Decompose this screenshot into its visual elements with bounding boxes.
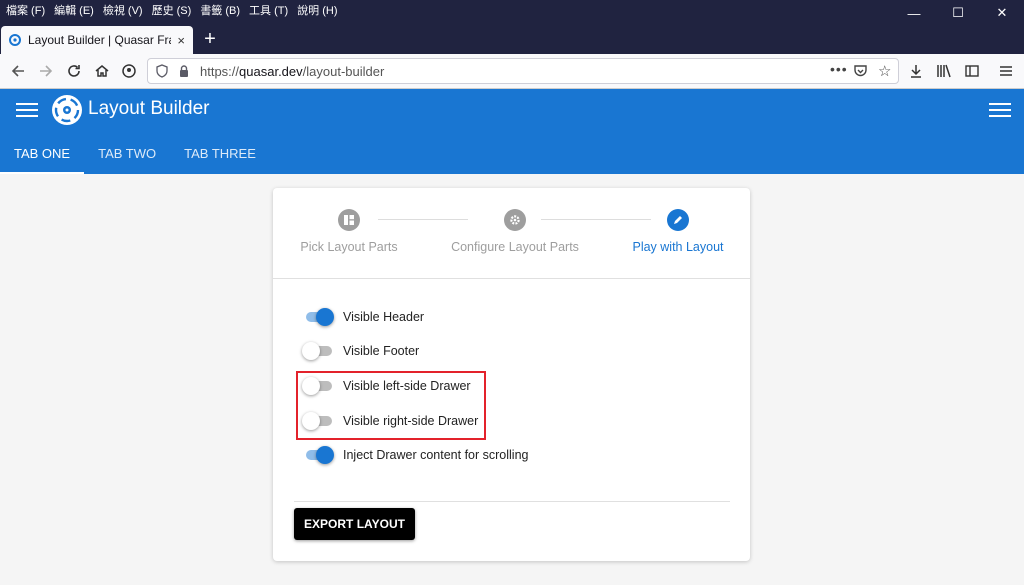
app-header: Layout Builder TAB ONE TAB TWO TAB THREE (0, 89, 1024, 174)
downloads-button[interactable] (906, 61, 926, 81)
toggle-switch[interactable] (302, 308, 334, 326)
menu-tools[interactable]: 工具 (T) (249, 2, 288, 18)
divider (273, 278, 750, 279)
menu-bar: 檔案 (F) 編輯 (E) 檢視 (V) 歷史 (S) 書籤 (B) 工具 (T… (6, 2, 337, 18)
menu-bookmarks[interactable]: 書籤 (B) (200, 2, 240, 18)
step-label: Pick Layout Parts (300, 240, 398, 254)
new-tab-button[interactable]: + (199, 28, 221, 50)
quasar-favicon-icon (9, 34, 21, 46)
arrow-right-icon (40, 65, 53, 77)
tracking-shield-icon[interactable] (155, 64, 169, 78)
menu-view[interactable]: 檢視 (V) (103, 2, 143, 18)
settings-icon (510, 215, 520, 225)
menu-history[interactable]: 歷史 (S) (152, 2, 192, 18)
close-tab-icon[interactable]: × (177, 33, 185, 48)
url-domain: quasar.dev (239, 64, 303, 79)
account-button[interactable] (119, 61, 139, 81)
step-dot (667, 209, 689, 231)
browser-tab-strip: Layout Builder | Quasar Framework × + (0, 26, 1024, 54)
hamburger-menu-icon (1000, 66, 1012, 76)
menu-file[interactable]: 檔案 (F) (6, 2, 45, 18)
back-button[interactable] (8, 61, 28, 81)
toggle-switch[interactable] (302, 446, 334, 464)
toggle-switch[interactable] (302, 342, 334, 360)
right-menu-icon[interactable] (989, 101, 1011, 119)
forward-button[interactable] (36, 61, 56, 81)
step-label: Configure Layout Parts (451, 240, 579, 254)
left-menu-icon[interactable] (16, 101, 38, 119)
sidebar-button[interactable] (962, 61, 982, 81)
pocket-icon[interactable] (853, 64, 868, 78)
library-button[interactable] (934, 61, 954, 81)
maximize-button[interactable]: ☐ (936, 0, 980, 26)
app-title: Layout Builder (88, 98, 210, 119)
window-titlebar: 檔案 (F) 編輯 (E) 檢視 (V) 歷史 (S) 書籤 (B) 工具 (T… (0, 0, 1024, 26)
step-pick-layout-parts[interactable]: Pick Layout Parts (269, 209, 429, 254)
reload-icon (68, 65, 80, 77)
step-dot (338, 209, 360, 231)
quasar-logo-icon (52, 95, 82, 125)
toggle-label: Visible Footer (343, 344, 420, 358)
toggle-label: Inject Drawer content for scrolling (343, 448, 529, 462)
app-tabs: TAB ONE TAB TWO TAB THREE (0, 133, 270, 174)
url-path: /layout-builder (302, 64, 385, 79)
bookmark-star-icon[interactable]: ☆ (878, 62, 891, 80)
lock-icon[interactable] (177, 64, 191, 78)
menu-help[interactable]: 說明 (H) (297, 2, 337, 18)
toggle-visible-footer[interactable]: Visible Footer (302, 340, 419, 362)
browser-tab-title: Layout Builder | Quasar Framework (28, 33, 171, 47)
home-icon (95, 65, 109, 77)
step-dot (504, 209, 526, 231)
tab-one[interactable]: TAB ONE (0, 133, 85, 174)
export-layout-button[interactable]: EXPORT LAYOUT (294, 508, 415, 540)
page-actions-button[interactable]: ••• (830, 61, 848, 77)
home-button[interactable] (92, 61, 112, 81)
url-text[interactable]: https://quasar.dev/layout-builder (200, 64, 384, 79)
tab-two[interactable]: TAB TWO (84, 133, 170, 174)
account-icon (122, 64, 136, 78)
step-play-with-layout[interactable]: Play with Layout (598, 209, 758, 254)
arrow-left-icon (11, 65, 24, 77)
minimize-button[interactable]: — (892, 0, 936, 26)
menu-edit[interactable]: 編輯 (E) (54, 2, 94, 18)
url-prefix: https:// (200, 64, 240, 79)
url-bar[interactable]: https://quasar.dev/layout-builder ••• ☆ (147, 58, 899, 84)
toggle-inject-drawer-content[interactable]: Inject Drawer content for scrolling (302, 444, 529, 466)
sidebar-icon (965, 65, 979, 77)
open-menu-button[interactable] (996, 61, 1016, 81)
view-quilt-icon (344, 215, 354, 225)
browser-toolbar: https://quasar.dev/layout-builder ••• ☆ (0, 54, 1024, 89)
tab-three[interactable]: TAB THREE (170, 133, 270, 174)
toggle-label: Visible Header (343, 310, 425, 324)
toggle-visible-header[interactable]: Visible Header (302, 306, 424, 328)
step-label: Play with Layout (632, 240, 724, 254)
browser-tab[interactable]: Layout Builder | Quasar Framework × (1, 26, 193, 54)
download-icon (911, 65, 921, 78)
reload-button[interactable] (64, 61, 84, 81)
annotation-highlight-box (296, 371, 486, 440)
edit-icon (674, 216, 682, 224)
divider (294, 501, 730, 502)
step-configure-layout-parts[interactable]: Configure Layout Parts (435, 209, 595, 254)
library-icon (937, 64, 951, 78)
close-window-button[interactable]: ✕ (980, 0, 1024, 26)
